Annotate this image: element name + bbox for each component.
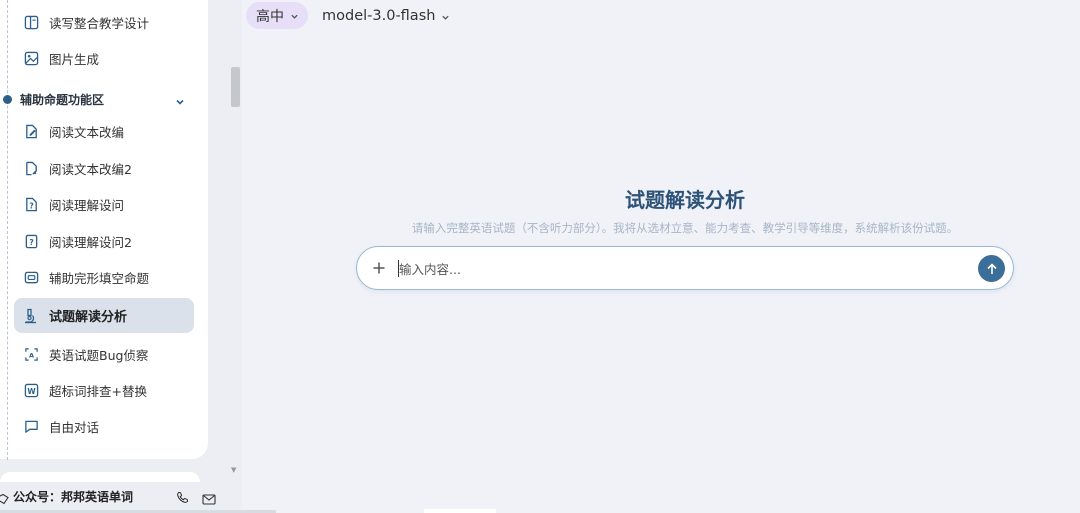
sidebar-item-label: 读写整合教学设计 xyxy=(49,15,150,31)
book-layout-icon xyxy=(23,14,39,30)
wechat-icon xyxy=(0,490,10,509)
question-doc2-icon: ? xyxy=(23,233,39,249)
model-label: model-3.0-flash xyxy=(322,8,436,24)
sidebar-item-label: 试题解读分析 xyxy=(49,310,128,325)
sidebar-item-word-check[interactable]: W 超标词排查+替换 xyxy=(14,373,194,407)
chevron-down-icon xyxy=(441,7,450,26)
sidebar-item-question-analysis[interactable]: 试题解读分析 xyxy=(14,298,194,333)
sidebar-scroll-thumb[interactable] xyxy=(231,67,240,107)
microscope-icon xyxy=(23,308,39,324)
scan-text-icon: A xyxy=(23,346,39,362)
svg-text:A: A xyxy=(28,351,34,359)
scroll-down-arrow-icon[interactable]: ▼ xyxy=(231,466,236,474)
cloze-icon xyxy=(23,269,39,285)
sidebar-bottom-card xyxy=(0,472,200,482)
chat-input-box xyxy=(356,246,1014,290)
grade-selector[interactable]: 高中 xyxy=(246,2,308,29)
page-title: 试题解读分析 xyxy=(625,188,745,212)
arrow-up-icon xyxy=(986,262,997,274)
edit-doc2-icon xyxy=(23,160,39,176)
chevron-down-icon[interactable] xyxy=(175,92,185,111)
add-attachment-button[interactable] xyxy=(370,259,388,277)
sidebar-item-image-generation[interactable]: 图片生成 xyxy=(14,41,194,75)
tree-guide-line xyxy=(7,0,8,460)
sidebar: 读写整合教学设计 图片生成 辅助命题功能区 阅读文本改编 阅读文本改编2 ? 阅… xyxy=(0,0,276,513)
sidebar-item-reading-adapt-2[interactable]: 阅读文本改编2 xyxy=(14,151,194,185)
grade-label: 高中 xyxy=(256,8,284,25)
sidebar-item-label: 图片生成 xyxy=(49,51,100,67)
bottom-indicator xyxy=(424,509,496,513)
image-icon xyxy=(23,50,39,66)
sidebar-item-reading-writing-design[interactable]: 读写整合教学设计 xyxy=(14,5,194,39)
sidebar-item-reading-question[interactable]: ? 阅读理解设问 xyxy=(14,187,194,221)
send-button[interactable] xyxy=(978,255,1005,282)
sidebar-item-reading-question-2[interactable]: ? 阅读理解设问2 xyxy=(14,224,194,258)
page-subtitle: 请输入完整英语试题（不含听力部分）。我将从选材立意、能力考查、教学引导等维度，系… xyxy=(411,221,959,235)
edit-doc-icon xyxy=(23,123,39,139)
message-input[interactable] xyxy=(399,257,959,281)
sidebar-item-label: 英语试题Bug侦察 xyxy=(49,347,149,363)
chat-bubble-icon xyxy=(23,418,39,434)
sidebar-item-free-chat[interactable]: 自由对话 xyxy=(14,409,194,443)
question-doc-icon: ? xyxy=(23,196,39,212)
sidebar-item-label: 阅读理解设问2 xyxy=(49,234,132,250)
word-doc-icon: W xyxy=(23,382,39,398)
sidebar-item-reading-adapt[interactable]: 阅读文本改编 xyxy=(14,114,194,148)
sidebar-item-label: 阅读文本改编 xyxy=(49,124,125,140)
svg-text:W: W xyxy=(27,386,36,395)
sidebar-item-label: 自由对话 xyxy=(49,419,100,435)
section-dot xyxy=(3,94,12,104)
sidebar-item-label: 阅读理解设问 xyxy=(49,197,125,213)
phone-icon[interactable] xyxy=(176,489,189,508)
section-label: 辅助命题功能区 xyxy=(20,92,105,107)
sidebar-footer: 公众号：邦邦英语单词 xyxy=(0,482,276,513)
sidebar-item-label: 超标词排查+替换 xyxy=(49,383,147,399)
svg-text:?: ? xyxy=(29,237,33,246)
chevron-down-icon xyxy=(290,6,299,25)
svg-text:?: ? xyxy=(29,201,33,210)
sidebar-item-bug-scan[interactable]: A 英语试题Bug侦察 xyxy=(14,337,194,371)
sidebar-item-cloze[interactable]: 辅助完形填空命题 xyxy=(14,260,194,294)
sidebar-item-label: 辅助完形填空命题 xyxy=(49,270,150,286)
model-selector[interactable]: model-3.0-flash xyxy=(322,6,450,26)
mail-icon[interactable] xyxy=(202,490,216,509)
sidebar-item-label: 阅读文本改编2 xyxy=(49,161,132,177)
sidebar-section-assist[interactable]: 辅助命题功能区 xyxy=(0,88,200,110)
footer-label: 公众号：邦邦英语单词 xyxy=(13,490,134,504)
